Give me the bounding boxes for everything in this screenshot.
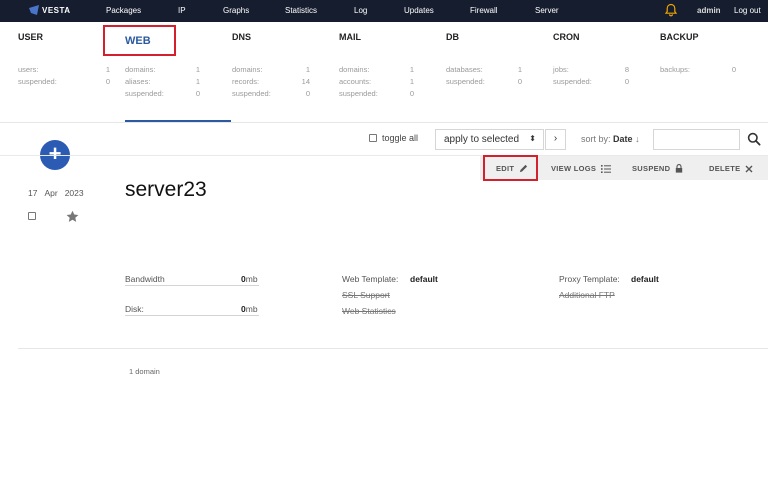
nav-server[interactable]: Server <box>535 6 559 15</box>
additional-ftp-label: Additional FTP <box>559 290 615 300</box>
tab-label: MAIL <box>339 32 361 42</box>
tab-stat: suspended: 0 <box>232 89 310 98</box>
tab-stat: accounts: 1 <box>339 77 414 86</box>
tab-label: DB <box>446 32 459 42</box>
bandwidth-bar <box>125 285 259 286</box>
apply-go-button[interactable]: › <box>545 129 566 150</box>
logout-link[interactable]: Log out <box>734 6 761 15</box>
bandwidth-value: 0mb <box>241 274 258 284</box>
tab-stat: jobs: 8 <box>553 65 629 74</box>
proxy-template-value: default <box>631 274 659 284</box>
tab-stat: suspended: 0 <box>339 89 414 98</box>
edit-button-highlight <box>483 155 538 181</box>
tab-stat: records: 14 <box>232 77 310 86</box>
proxy-template-label: Proxy Template: <box>559 274 620 284</box>
bell-icon[interactable] <box>664 3 678 17</box>
toggle-all[interactable]: toggle all <box>369 133 418 143</box>
ssl-support-label: SSL Support <box>342 290 390 300</box>
top-nav: VESTA Packages IP Graphs Statistics Log … <box>0 0 768 22</box>
tab-stat: suspended: 0 <box>125 89 200 98</box>
list-icon <box>601 164 612 173</box>
domain-name[interactable]: server23 <box>125 178 207 202</box>
web-template-label: Web Template: <box>342 274 399 284</box>
tab-stat: users: 1 <box>18 65 110 74</box>
sort-value: Date <box>613 134 633 144</box>
star-icon[interactable] <box>66 210 79 223</box>
list-bottom-divider <box>18 348 768 349</box>
search-input[interactable] <box>653 129 740 150</box>
apply-select-value: apply to selected <box>444 134 520 145</box>
tab-stat: suspended: 0 <box>446 77 522 86</box>
close-icon <box>745 165 753 172</box>
tab-stat: suspended: 0 <box>18 77 110 86</box>
disk-label: Disk: <box>125 304 144 314</box>
toggle-all-label: toggle all <box>382 133 419 143</box>
tab-label: BACKUP <box>660 32 699 42</box>
disk-bar <box>125 315 259 316</box>
tab-stat: domains: 1 <box>232 65 310 74</box>
date-day: 17 <box>28 188 38 198</box>
active-tab-underline <box>125 120 231 122</box>
tab-stat: domains: 1 <box>125 65 200 74</box>
date-month: Apr <box>44 188 58 198</box>
nav-log[interactable]: Log <box>354 6 367 15</box>
tab-label: DNS <box>232 32 252 42</box>
delete-button[interactable]: DELETE <box>709 164 753 173</box>
apply-to-selected-select[interactable]: apply to selected ⬍ <box>435 129 544 150</box>
logo-text: VESTA <box>42 5 71 15</box>
disk-value: 0mb <box>241 304 258 314</box>
tab-stat: aliases: 1 <box>125 77 200 86</box>
nav-updates[interactable]: Updates <box>404 6 434 15</box>
select-arrows-icon: ⬍ <box>529 134 536 143</box>
nav-statistics[interactable]: Statistics <box>285 6 317 15</box>
web-tab-highlight <box>103 25 176 56</box>
nav-graphs[interactable]: Graphs <box>223 6 249 15</box>
view-logs-button[interactable]: VIEW LOGS <box>551 164 612 173</box>
delete-label: DELETE <box>709 164 741 173</box>
web-template-value: default <box>410 274 438 284</box>
tab-label: USER <box>18 32 44 42</box>
lock-icon <box>676 164 683 173</box>
row-checkbox[interactable] <box>28 212 36 220</box>
toggle-all-checkbox[interactable] <box>369 134 377 142</box>
tab-stat: databases: 1 <box>446 65 522 74</box>
tab-stat: suspended: 0 <box>553 77 629 86</box>
search-icon[interactable] <box>747 132 761 146</box>
sort-label: sort by: <box>581 134 611 144</box>
view-logs-label: VIEW LOGS <box>551 164 597 173</box>
tab-label: CRON <box>553 32 580 42</box>
suspend-label: SUSPEND <box>632 164 671 173</box>
nav-ip[interactable]: IP <box>178 6 186 15</box>
bandwidth-label: Bandwidth <box>125 274 165 284</box>
nav-packages[interactable]: Packages <box>106 6 141 15</box>
sort-control[interactable]: sort by: Date ↓ <box>581 134 640 144</box>
date-year: 2023 <box>64 188 84 198</box>
suspend-button[interactable]: SUSPEND <box>632 164 683 173</box>
web-statistics-label: Web Statistics <box>342 306 396 316</box>
sort-arrow-icon: ↓ <box>635 134 640 144</box>
vesta-logo[interactable]: VESTA <box>29 5 71 15</box>
tab-stat: domains: 1 <box>339 65 414 74</box>
user-name[interactable]: admin <box>697 6 721 15</box>
tabs-divider <box>0 122 768 123</box>
tab-stat: backups: 0 <box>660 65 736 74</box>
domain-count: 1 domain <box>129 367 160 376</box>
logo-mark-icon <box>29 5 39 15</box>
nav-firewall[interactable]: Firewall <box>470 6 498 15</box>
row-date: 17 Apr 2023 <box>28 188 91 198</box>
